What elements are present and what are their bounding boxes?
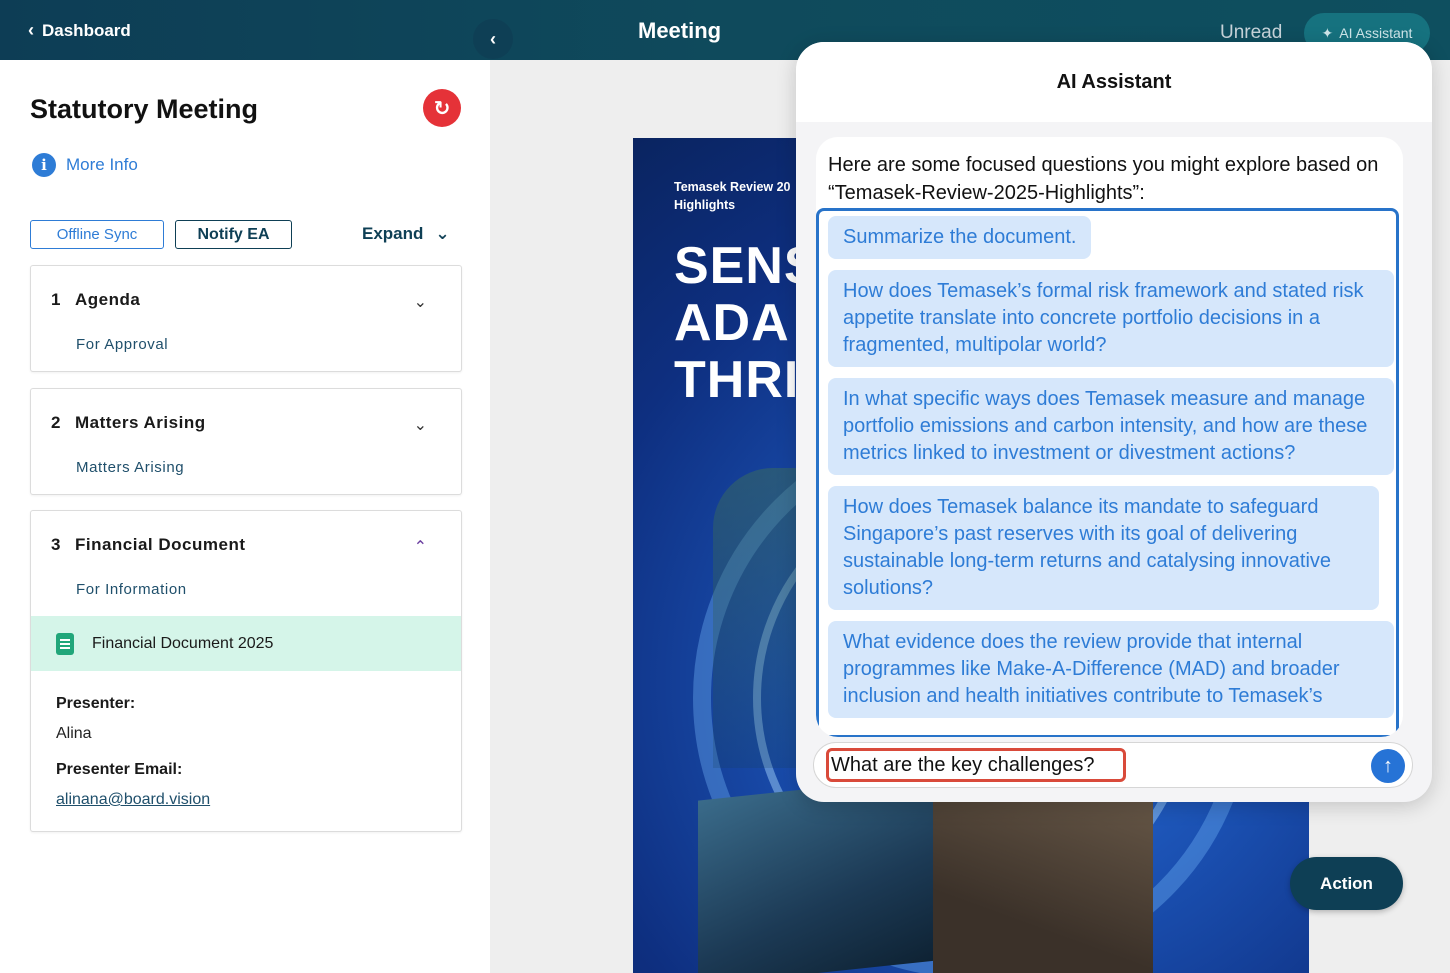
page-title: Meeting	[638, 18, 722, 43]
agenda-item-subtitle: Matters Arising	[76, 459, 185, 476]
refresh-button[interactable]: ↻	[423, 89, 461, 127]
send-button[interactable]: ↑	[1371, 749, 1405, 783]
suggested-question[interactable]: How does Temasek balance its mandate to …	[828, 486, 1379, 610]
agenda-item-number: 3	[51, 535, 61, 554]
chevron-left-icon: ‹	[490, 28, 496, 49]
agenda-item-number: 1	[51, 290, 61, 309]
chevron-left-icon: ‹	[28, 20, 34, 40]
document-photo	[698, 775, 938, 973]
info-icon: i	[32, 153, 56, 177]
agenda-item-title: Matters Arising	[74, 413, 206, 432]
presenter-label: Presenter:	[56, 695, 136, 712]
action-button[interactable]: Action	[1290, 857, 1403, 910]
agenda-item-2[interactable]: 2 Matters Arising ⌄ Matters Arising	[30, 388, 462, 495]
chevron-down-icon: ⌄	[435, 224, 450, 243]
document-row[interactable]: Financial Document 2025	[31, 616, 461, 671]
ai-input-text[interactable]: What are the key challenges?	[826, 748, 1126, 782]
suggested-questions: Summarize the document. How does Temasek…	[816, 208, 1399, 737]
chevron-down-icon[interactable]: ⌄	[414, 292, 427, 312]
suggested-question[interactable]: Summarize the document.	[828, 216, 1092, 259]
presenter-name: Alina	[56, 725, 92, 742]
suggested-question[interactable]: What evidence does the review provide th…	[828, 621, 1394, 718]
notify-ea-button[interactable]: Notify EA	[175, 220, 292, 249]
arrow-up-icon: ↑	[1383, 754, 1393, 777]
meeting-sidebar: Statutory Meeting ↻ i More Info Offline …	[0, 60, 490, 973]
agenda-item-header: 2 Matters Arising	[51, 413, 206, 433]
question-list: Summarize the document. How does Temasek…	[828, 216, 1394, 718]
agenda-item-number: 2	[51, 413, 61, 432]
ai-panel-title: AI Assistant	[796, 42, 1432, 122]
presenter-email-label: Presenter Email:	[56, 761, 183, 778]
ai-assistant-label: AI Assistant	[1339, 25, 1413, 41]
agenda-item-subtitle: For Approval	[76, 336, 169, 353]
back-label: Dashboard	[42, 20, 131, 40]
agenda-item-title: Agenda	[74, 290, 141, 309]
agenda-item-3[interactable]: 3 Financial Document ⌃ For Information F…	[30, 510, 462, 832]
collapse-sidebar-button[interactable]: ‹	[473, 19, 513, 59]
chevron-up-icon[interactable]: ⌃	[414, 537, 427, 557]
more-info-link[interactable]: i More Info	[32, 153, 138, 177]
refresh-icon: ↻	[433, 97, 451, 120]
expand-label: Expand	[362, 224, 424, 243]
chevron-down-icon[interactable]: ⌄	[414, 415, 427, 435]
document-icon	[56, 632, 74, 655]
agenda-item-header: 3 Financial Document	[51, 535, 246, 555]
suggested-question[interactable]: In what specific ways does Temasek measu…	[828, 378, 1394, 475]
document-small-title: Temasek Review 20 Highlights	[674, 180, 791, 212]
unread-filter[interactable]: Unread	[1220, 22, 1282, 44]
presenter-email-link[interactable]: alinana@board.vision	[56, 791, 210, 809]
offline-sync-button[interactable]: Offline Sync	[30, 220, 164, 249]
agenda-item-header: 1 Agenda	[51, 290, 140, 310]
document-name: Financial Document 2025	[92, 634, 274, 652]
agenda-item-title: Financial Document	[74, 535, 246, 554]
more-info-label: More Info	[66, 155, 138, 174]
ai-assistant-panel: AI Assistant Here are some focused quest…	[796, 42, 1432, 802]
document-photo	[933, 778, 1153, 973]
agenda-item-1[interactable]: 1 Agenda ⌄ For Approval	[30, 265, 462, 372]
sparkle-icon: ✦	[1321, 24, 1334, 41]
ai-chat-input[interactable]: What are the key challenges? ↑	[813, 742, 1413, 788]
ai-intro-text: Here are some focused questions you migh…	[828, 154, 1379, 204]
back-to-dashboard-button[interactable]: ‹ Dashboard	[28, 20, 131, 41]
ai-message: Here are some focused questions you migh…	[816, 137, 1403, 737]
agenda-item-subtitle: For Information	[76, 581, 187, 598]
suggested-question[interactable]: How does Temasek’s formal risk framework…	[828, 270, 1394, 367]
expand-button[interactable]: Expand ⌄	[362, 224, 450, 244]
meeting-title: Statutory Meeting	[30, 94, 259, 124]
